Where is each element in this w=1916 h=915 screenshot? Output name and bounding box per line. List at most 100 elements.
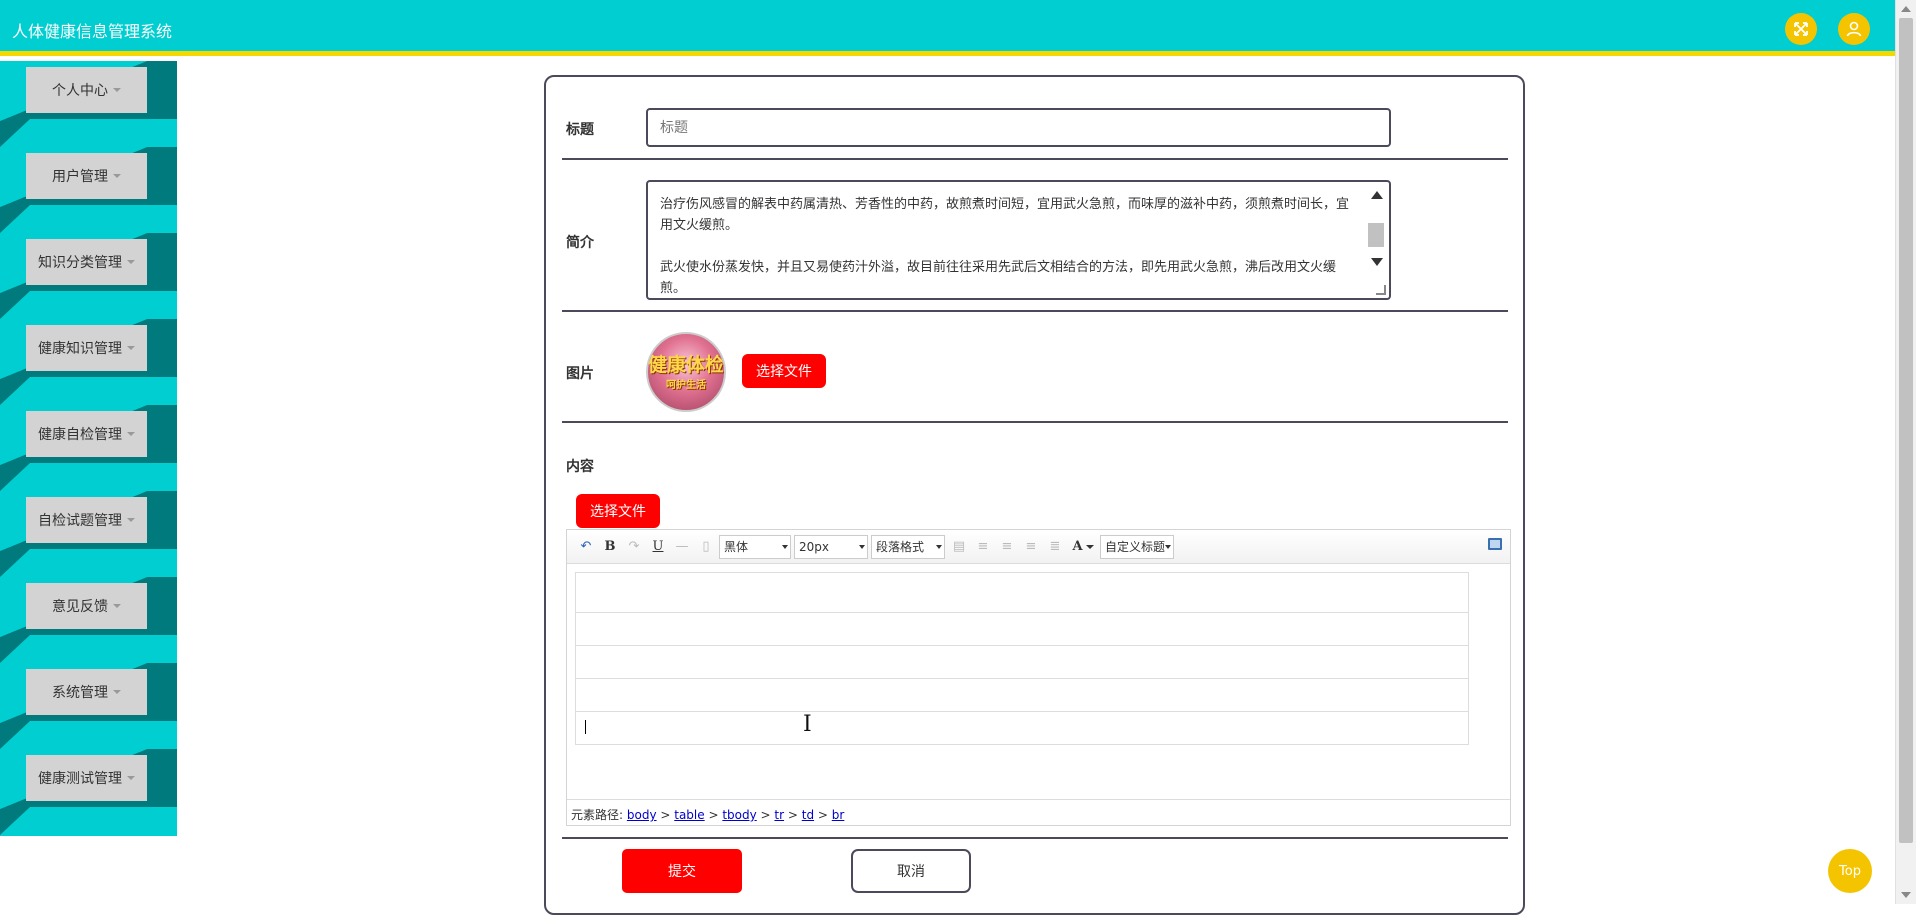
path-link-br[interactable]: br: [832, 808, 845, 822]
dropdown-icon: [782, 544, 788, 549]
cancel-button[interactable]: 取消: [851, 849, 971, 893]
font-family-select[interactable]: 黑体: [719, 534, 791, 559]
dropdown-icon: [936, 544, 942, 549]
text-cursor-icon: I: [803, 712, 812, 737]
caret-down-icon: [113, 690, 121, 694]
image-logo-text: 健康体检: [648, 353, 725, 376]
intro-paragraph: 治疗伤风感冒的解表中药属清热、芳香性的中药，故煎煮时间短，宜用武火急煎，而味厚的…: [660, 197, 1350, 233]
sidebar-button-health-knowledge[interactable]: 健康知识管理: [26, 325, 147, 371]
path-link-td[interactable]: td: [802, 808, 814, 822]
paragraph-format-select[interactable]: 段落格式: [871, 534, 945, 559]
sidebar-button-personal-center[interactable]: 个人中心: [26, 67, 147, 113]
sidebar-button-feedback[interactable]: 意见反馈: [26, 583, 147, 629]
scroll-down-icon[interactable]: [1371, 258, 1383, 266]
intro-paragraph: 武火使水份蒸发快，并且又易使药汁外溢，故目前往往采用先武后文相结合的方法，即先用…: [660, 260, 1337, 296]
caret-down-icon: [127, 518, 135, 522]
align-right-icon[interactable]: ≡: [996, 536, 1018, 558]
sidebar-button-health-self-check[interactable]: 健康自检管理: [26, 411, 147, 457]
sidebar-button-system-management[interactable]: 系统管理: [26, 669, 147, 715]
sidebar-button-self-check-questions[interactable]: 自检试题管理: [26, 497, 147, 543]
font-color-icon[interactable]: A: [1068, 536, 1098, 558]
editor-toolbar: ↶ B ↷ U — ▯ 黑体 20px 段落格式 ▤ ≡ ≡ ≡ ≣ A 自定义…: [567, 530, 1510, 564]
intro-textarea[interactable]: 治疗伤风感冒的解表中药属清热、芳香性的中药，故煎煮时间短，宜用武火急煎，而味厚的…: [646, 180, 1391, 300]
fullscreen-icon[interactable]: [1785, 13, 1817, 45]
caret-down-icon: [127, 346, 135, 350]
intro-scrollbar[interactable]: [1366, 185, 1386, 297]
scroll-thumb[interactable]: [1899, 18, 1913, 843]
divider: [562, 421, 1508, 423]
content-choose-file-button[interactable]: 选择文件: [576, 494, 660, 528]
intro-label: 简介: [566, 235, 594, 251]
sidebar-item-health-self-check: 健康自检管理: [0, 405, 177, 491]
divider: [562, 158, 1508, 160]
sidebar-item-personal-center: 个人中心: [0, 61, 177, 147]
fullscreen-editor-icon[interactable]: [1488, 538, 1502, 550]
element-path-bar: 元素路径: body > table > tbody > tr > td > b…: [567, 799, 1510, 825]
path-link-table[interactable]: table: [674, 808, 704, 822]
table-row[interactable]: [575, 646, 1469, 679]
text-caret: [585, 720, 586, 734]
table-row[interactable]: [575, 679, 1469, 712]
dropdown-icon: [1165, 544, 1171, 549]
table-icon[interactable]: ▤: [948, 536, 970, 558]
caret-down-icon: [127, 432, 135, 436]
underline-icon[interactable]: U: [647, 536, 669, 558]
rich-text-editor: ↶ B ↷ U — ▯ 黑体 20px 段落格式 ▤ ≡ ≡ ≡ ≣ A 自定义…: [566, 529, 1511, 826]
scroll-thumb[interactable]: [1368, 223, 1384, 247]
page-icon[interactable]: ▯: [695, 536, 717, 558]
align-justify-icon[interactable]: ≣: [1044, 536, 1066, 558]
scroll-down-icon[interactable]: [1901, 892, 1911, 898]
title-label: 标题: [566, 122, 594, 138]
table-row[interactable]: [575, 712, 1469, 745]
font-size-select[interactable]: 20px: [794, 534, 868, 559]
caret-down-icon: [113, 604, 121, 608]
back-to-top-button[interactable]: Top: [1828, 849, 1872, 893]
page-scrollbar[interactable]: [1895, 0, 1916, 904]
sidebar-item-user-management: 用户管理: [0, 147, 177, 233]
path-link-tr[interactable]: tr: [774, 808, 784, 822]
horizontal-rule-icon[interactable]: —: [671, 536, 693, 558]
align-left-icon[interactable]: ≡: [972, 536, 994, 558]
image-choose-file-button[interactable]: 选择文件: [742, 354, 826, 388]
undo-icon[interactable]: ↶: [575, 536, 597, 558]
scroll-up-icon[interactable]: [1901, 6, 1911, 12]
redo-icon[interactable]: ↷: [623, 536, 645, 558]
sidebar-item-health-knowledge: 健康知识管理: [0, 319, 177, 405]
sidebar-button-user-management[interactable]: 用户管理: [26, 153, 147, 199]
image-logo-subtext: 呵护生活: [666, 379, 706, 391]
user-icon[interactable]: [1838, 13, 1870, 45]
edit-form: 标题 简介 治疗伤风感冒的解表中药属清热、芳香性的中药，故煎煮时间短，宜用武火急…: [544, 75, 1525, 915]
content-label: 内容: [566, 459, 594, 475]
sidebar-button-knowledge-category[interactable]: 知识分类管理: [26, 239, 147, 285]
sidebar-item-self-check-questions: 自检试题管理: [0, 491, 177, 577]
custom-title-select[interactable]: 自定义标题: [1100, 534, 1174, 559]
sidebar-button-health-test[interactable]: 健康测试管理: [26, 755, 147, 801]
caret-down-icon: [113, 174, 121, 178]
caret-down-icon: [113, 88, 121, 92]
sidebar-item-health-test: 健康测试管理: [0, 749, 177, 835]
resize-handle-icon[interactable]: [1376, 285, 1386, 295]
table-row[interactable]: [575, 613, 1469, 646]
image-label: 图片: [566, 366, 594, 382]
sidebar-item-system-management: 系统管理: [0, 663, 177, 749]
sidebar-item-knowledge-category: 知识分类管理: [0, 233, 177, 319]
table-row[interactable]: [575, 572, 1469, 613]
app-title: 人体健康信息管理系统: [12, 22, 173, 41]
align-center-icon[interactable]: ≡: [1020, 536, 1042, 558]
path-link-tbody[interactable]: tbody: [722, 808, 756, 822]
scroll-up-icon[interactable]: [1371, 191, 1383, 199]
submit-button[interactable]: 提交: [622, 849, 742, 893]
top-bar: 人体健康信息管理系统: [0, 0, 1895, 56]
image-preview: 健康体检 呵护生活: [646, 332, 726, 412]
editor-content-area[interactable]: I: [575, 572, 1469, 745]
bold-icon[interactable]: B: [599, 536, 621, 558]
caret-down-icon: [127, 260, 135, 264]
divider: [562, 310, 1508, 312]
path-link-body[interactable]: body: [627, 808, 657, 822]
caret-down-icon: [127, 776, 135, 780]
sidebar-item-feedback: 意见反馈: [0, 577, 177, 663]
divider: [562, 837, 1508, 839]
title-input[interactable]: [646, 108, 1391, 147]
dropdown-icon: [859, 544, 865, 549]
sidebar: 个人中心 用户管理 知识分类管理 健康知识管理 健康自检管理 自检试题管理 意见…: [0, 61, 177, 836]
